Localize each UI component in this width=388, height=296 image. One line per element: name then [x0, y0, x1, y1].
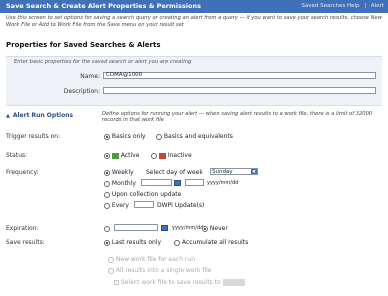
status-inactive-radio[interactable] — [151, 152, 157, 159]
save-last-only-option[interactable]: Last results only — [104, 239, 161, 246]
alert-run-options-label: Alert Run Options — [12, 112, 74, 119]
frequency-weekly-radio[interactable] — [104, 169, 110, 176]
collapse-arrow-icon: ▲ — [6, 113, 10, 119]
status-inactive-label: Inactive — [167, 152, 192, 159]
expiration-label: Expiration: — [6, 225, 39, 232]
frequency-monthly-option[interactable]: Monthly — [104, 180, 136, 187]
properties-hint: Enter basic properties for the saved sea… — [14, 59, 192, 65]
day-of-week-select[interactable]: Sunday ▼ — [210, 168, 258, 175]
monthly-date-format: yyyy/mm/dd — [207, 180, 239, 186]
description-input[interactable] — [103, 87, 376, 94]
expiration-date-radio[interactable] — [104, 225, 110, 232]
every-suffix-label: DWPI Update(s) — [157, 202, 205, 209]
alert-options-description: Define options for running your alert — … — [102, 111, 373, 123]
trigger-basics-option[interactable]: Basics only — [104, 133, 146, 140]
monthly-date-input[interactable] — [141, 179, 172, 186]
select-work-file-label: Select work file to save results to — [120, 279, 221, 286]
expiration-never-option[interactable]: Never — [202, 225, 228, 232]
frequency-monthly-label: Monthly — [111, 180, 136, 187]
select-work-file-option[interactable]: Select work file to save results to — [114, 279, 245, 286]
header-separator: | — [364, 3, 367, 9]
new-work-file-label: New work file for each run — [115, 256, 195, 263]
page-title: Save Search & Create Alert Properties & … — [6, 2, 201, 10]
alerts-link[interactable]: Alert — [371, 3, 384, 9]
expiration-never-label: Never — [209, 225, 228, 232]
expiration-never-radio[interactable] — [202, 225, 208, 232]
trigger-equivalents-option[interactable]: Basics and equivalents — [156, 133, 233, 140]
save-last-only-label: Last results only — [111, 239, 162, 246]
expiration-calendar-icon[interactable] — [161, 225, 168, 231]
every-count-input[interactable] — [134, 201, 154, 208]
monthly-date-input-2[interactable] — [185, 179, 204, 186]
new-work-file-radio[interactable] — [108, 256, 114, 263]
expiration-date-format: yyyy/mm/dd — [172, 225, 204, 231]
alert-run-options-tab[interactable]: ▲ Alert Run Options — [6, 112, 96, 124]
save-accumulate-radio[interactable] — [174, 239, 180, 246]
select-work-file-checkbox[interactable] — [114, 280, 119, 285]
trigger-equivalents-label: Basics and equivalents — [163, 133, 233, 140]
status-active-option[interactable]: Active — [104, 152, 139, 159]
status-active-radio[interactable] — [104, 152, 110, 159]
expiration-date-input[interactable] — [114, 224, 158, 231]
status-active-label: Active — [120, 152, 140, 159]
all-single-file-radio[interactable] — [108, 267, 114, 274]
chevron-down-icon: ▼ — [251, 169, 257, 174]
trigger-basics-radio[interactable] — [104, 133, 110, 140]
trigger-equivalents-radio[interactable] — [156, 133, 162, 140]
frequency-weekly-option[interactable]: Weekly — [104, 169, 134, 176]
alert-options-header: ▲ Alert Run Options Define options for ru… — [6, 111, 384, 125]
day-of-week-value: Sunday — [212, 169, 233, 175]
page-header: Save Search & Create Alert Properties & … — [0, 0, 388, 13]
saved-searches-help-link[interactable]: Saved Searches Help — [301, 3, 359, 9]
frequency-upon-update-label: Upon collection update — [111, 191, 182, 198]
inactive-status-icon — [158, 152, 166, 159]
properties-panel: Enter basic properties for the saved sea… — [6, 56, 382, 106]
header-links: Saved Searches Help | Alert — [301, 3, 384, 9]
properties-section-title: Properties for Saved Searches & Alerts — [6, 41, 161, 49]
save-last-only-radio[interactable] — [104, 239, 110, 246]
name-label: Name: — [80, 73, 100, 80]
frequency-every-option[interactable]: Every — [104, 202, 129, 209]
save-accumulate-option[interactable]: Accumulate all results — [174, 239, 248, 246]
all-single-file-option[interactable]: All results into a single work file — [108, 267, 212, 274]
select-day-label: Select day of week — [146, 169, 203, 176]
work-file-select[interactable] — [222, 279, 245, 286]
frequency-upon-update-option[interactable]: Upon collection update — [104, 191, 181, 198]
calendar-icon[interactable] — [174, 180, 181, 186]
status-label: Status: — [6, 152, 28, 159]
save-results-label: Save results: — [6, 239, 45, 246]
new-work-file-option[interactable]: New work file for each run — [108, 256, 195, 263]
day-of-week-select-wrap: Sunday ▼ — [210, 168, 258, 175]
instructions-text: Use this screen to set options for savin… — [6, 15, 382, 28]
active-status-icon — [111, 152, 119, 159]
frequency-monthly-radio[interactable] — [104, 180, 110, 187]
frequency-upon-update-radio[interactable] — [104, 191, 110, 198]
frequency-weekly-label: Weekly — [111, 169, 134, 176]
frequency-every-radio[interactable] — [104, 202, 110, 209]
name-input[interactable]: CDMA@1000 — [103, 72, 376, 79]
save-accumulate-label: Accumulate all results — [181, 239, 249, 246]
description-label: Description: — [63, 88, 100, 95]
frequency-every-label: Every — [111, 202, 129, 209]
trigger-label: Trigger results on: — [6, 133, 61, 140]
all-single-file-label: All results into a single work file — [115, 267, 212, 274]
status-inactive-option[interactable]: Inactive — [151, 152, 192, 159]
frequency-label: Frequency: — [6, 169, 39, 176]
expiration-date-option[interactable] — [104, 225, 110, 232]
trigger-basics-label: Basics only — [111, 133, 146, 140]
